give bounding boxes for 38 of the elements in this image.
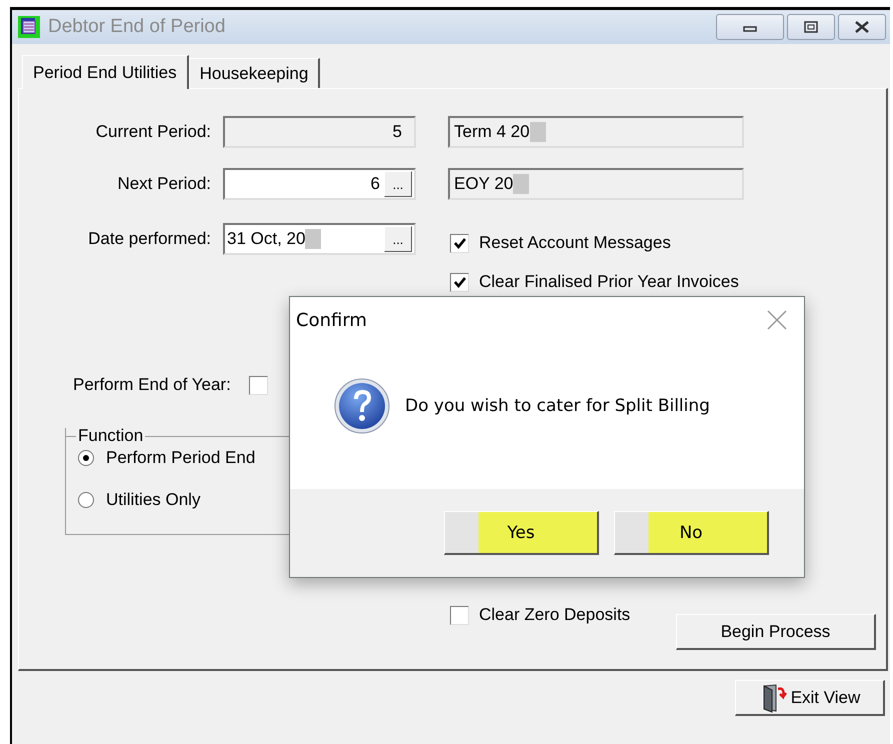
checkbox[interactable] — [450, 272, 469, 292]
field-label: Perform End of Year: — [73, 375, 231, 395]
radio-label: Perform Period End — [106, 448, 256, 468]
close-button[interactable] — [838, 14, 886, 40]
tab[interactable]: Housekeeping — [188, 58, 320, 88]
radio-button[interactable] — [78, 450, 94, 466]
question-icon — [333, 377, 391, 435]
lookup-button[interactable]: ... — [384, 171, 412, 197]
checkbox[interactable] — [450, 234, 469, 252]
dialog-button[interactable]: Yes — [444, 511, 599, 555]
maximize-icon — [804, 21, 818, 33]
close-icon — [854, 21, 870, 33]
description-field: Term 4 20 — [448, 116, 744, 148]
checkbox-label: Clear Zero Deposits — [479, 605, 630, 625]
radio-button[interactable] — [78, 492, 94, 508]
dialog-title: Confirm — [296, 310, 367, 330]
dialog-button[interactable]: No — [614, 511, 769, 555]
date-picker-button[interactable]: ... — [384, 226, 412, 252]
checkbox-label: Reset Account Messages — [479, 233, 671, 253]
begin-process-button[interactable]: Begin Process — [676, 614, 876, 650]
window-title: Debtor End of Period — [48, 16, 226, 38]
description-field: EOY 20 — [448, 168, 744, 200]
field-label: Date performed: — [87, 229, 211, 249]
app-icon — [18, 16, 40, 38]
tab[interactable]: Period End Utilities — [22, 55, 189, 89]
close-icon — [766, 309, 788, 331]
dialog-message: Do you wish to cater for Split Billing — [405, 396, 710, 416]
exit-view-button[interactable]: Exit View — [735, 680, 885, 716]
number-field[interactable]: 6 ... — [223, 168, 416, 200]
field-label: Next Period: — [116, 174, 211, 194]
number-field: 5 — [223, 116, 416, 148]
checkbox-label: Clear Finalised Prior Year Invoices — [479, 272, 739, 292]
radio-label: Utilities Only — [106, 490, 200, 510]
checkbox[interactable] — [450, 606, 469, 624]
maximize-button[interactable] — [787, 14, 835, 40]
field-label: Current Period: — [94, 122, 211, 142]
date-field[interactable]: 31 Oct, 20 ... — [223, 223, 416, 255]
checkbox[interactable] — [248, 376, 268, 394]
